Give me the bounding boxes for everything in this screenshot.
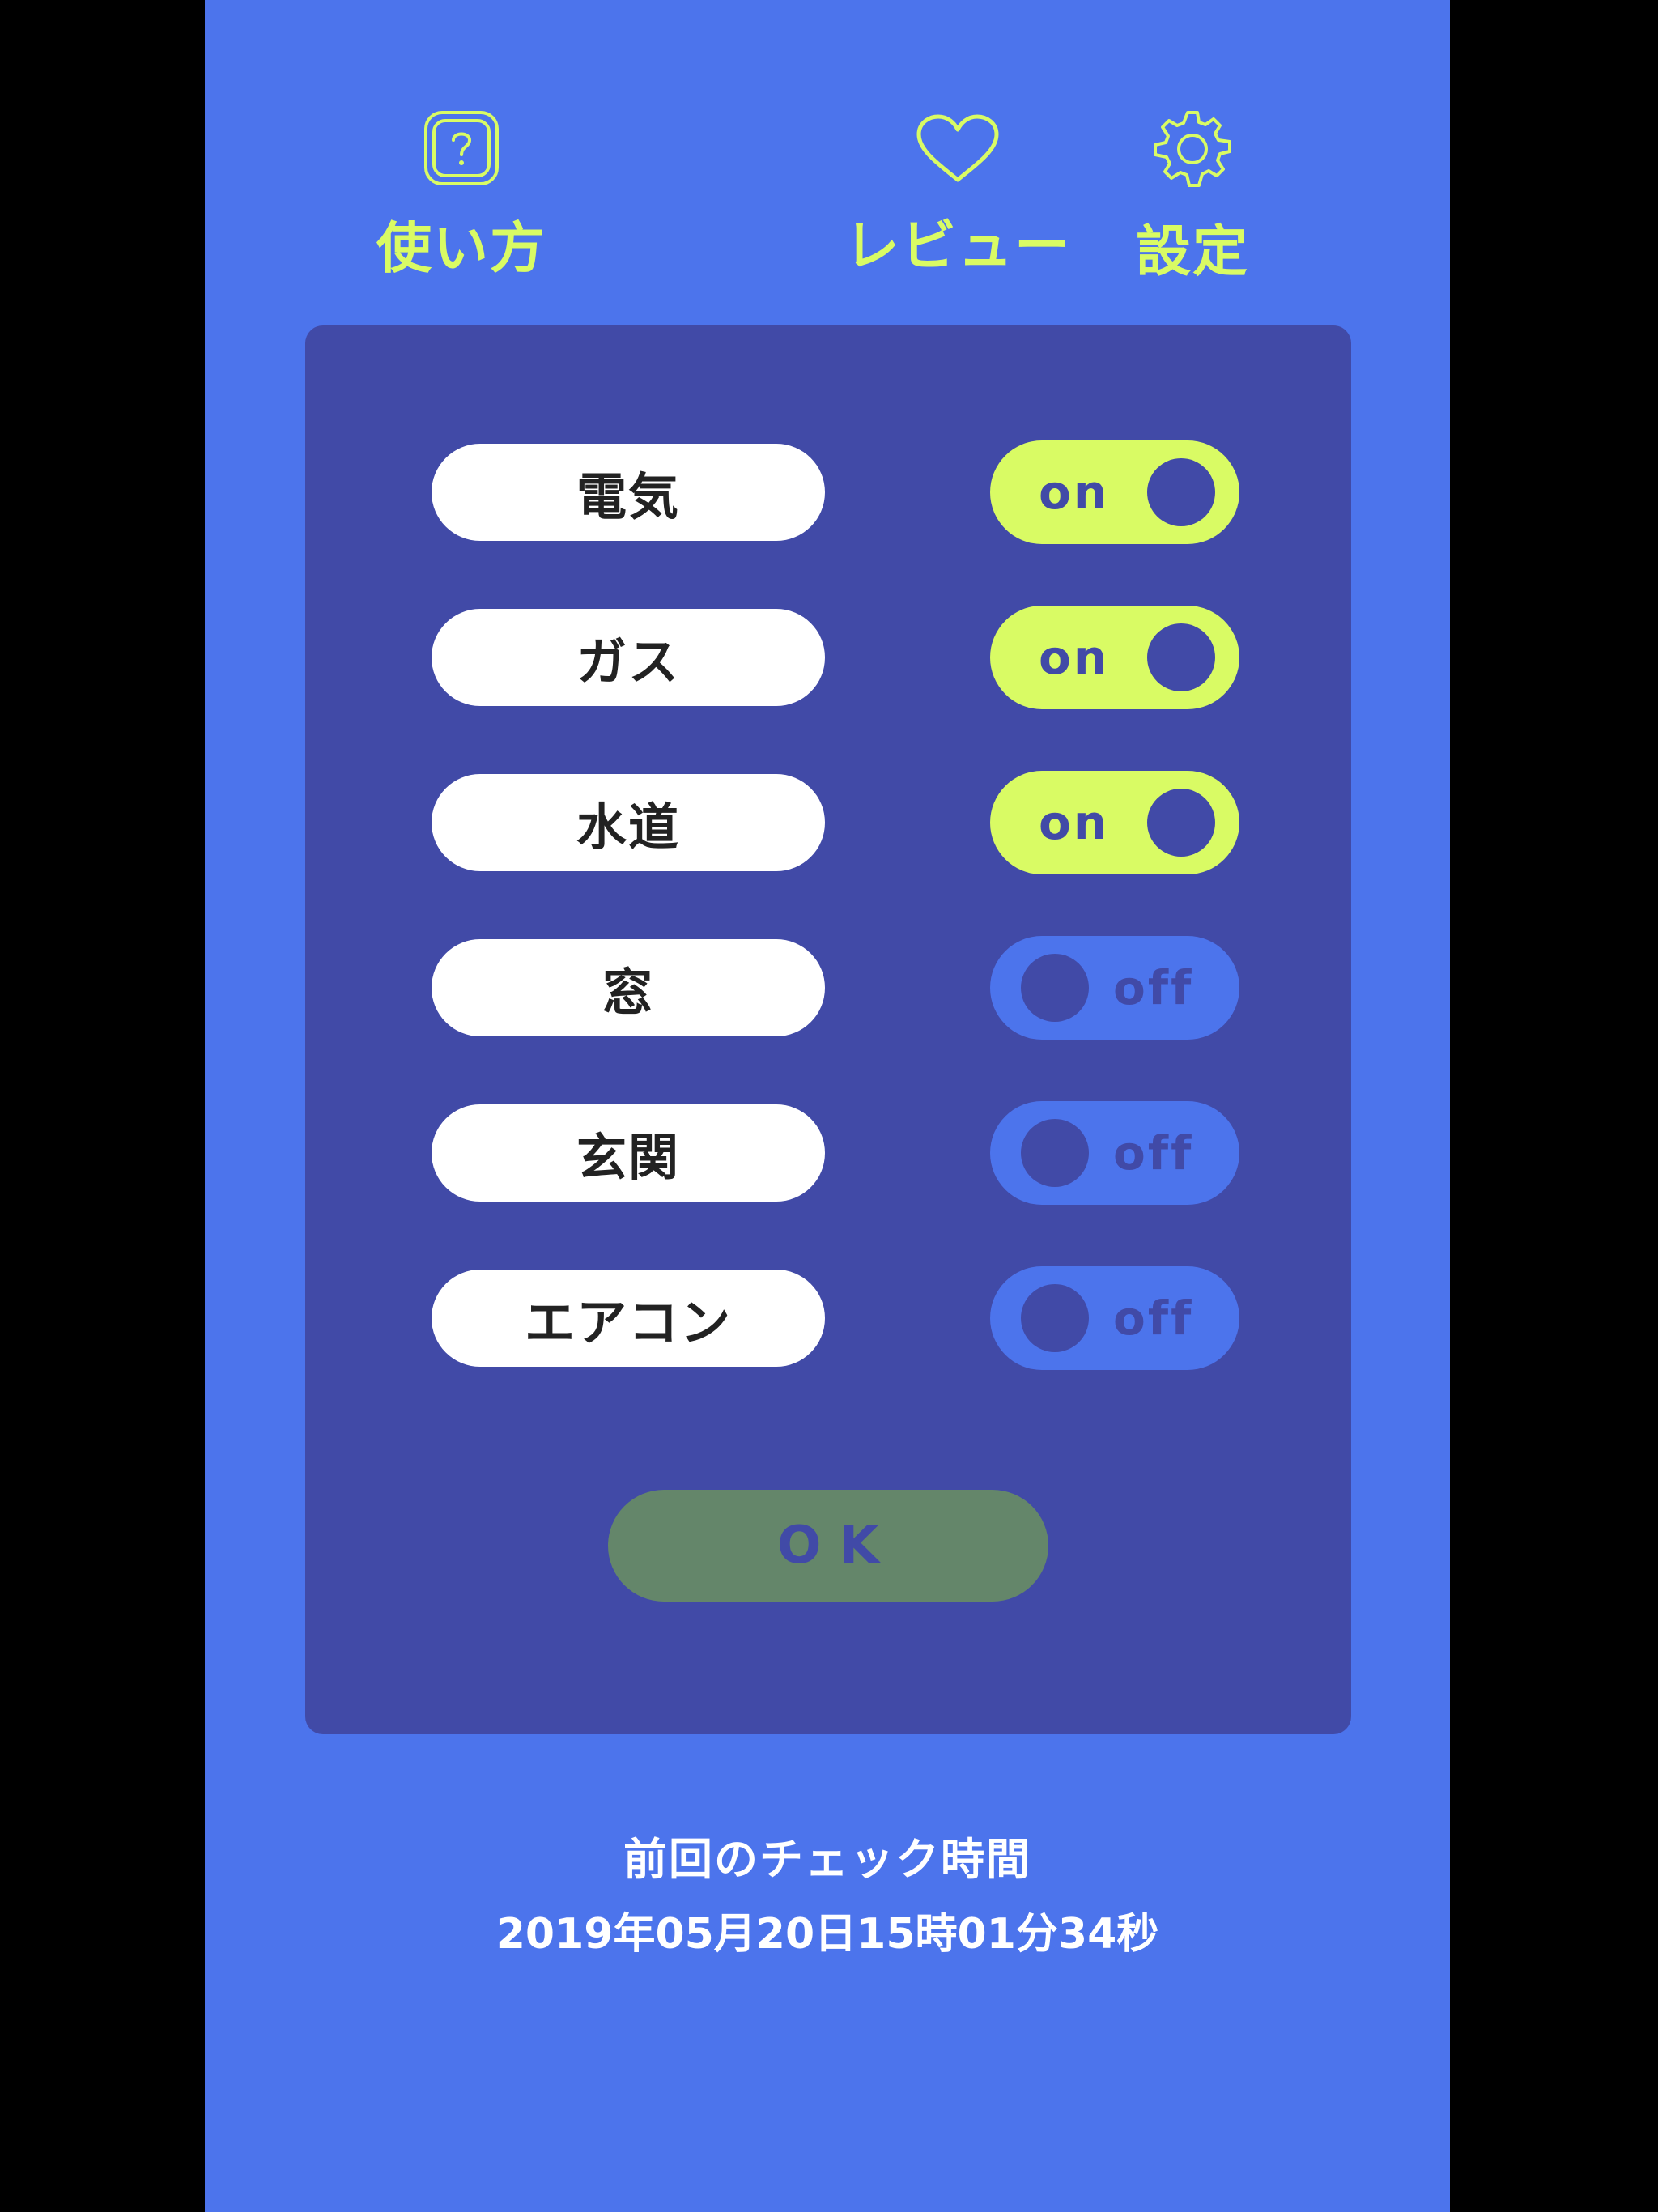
settings-label: 設定 bbox=[1136, 220, 1250, 284]
toggle-switch[interactable]: on bbox=[990, 771, 1239, 874]
heart-icon bbox=[916, 114, 999, 182]
review-button[interactable]: レビュー bbox=[844, 113, 1071, 281]
checklist-row: 玄関 off bbox=[432, 1101, 1241, 1205]
item-label: エアコン bbox=[432, 1270, 825, 1367]
question-icon bbox=[424, 111, 499, 185]
toggle-knob bbox=[1147, 458, 1215, 526]
toggle-knob bbox=[1021, 1119, 1089, 1187]
item-label: 電気 bbox=[432, 444, 825, 541]
review-label: レビュー bbox=[844, 215, 1072, 279]
item-label: 水道 bbox=[432, 774, 825, 871]
gear-icon bbox=[1154, 111, 1231, 187]
settings-button[interactable]: 設定 bbox=[1136, 109, 1249, 287]
checklist-row: ガス on bbox=[432, 606, 1241, 709]
toggle-state: on bbox=[1039, 795, 1110, 850]
last-check-title: 前回のチェック時間 bbox=[623, 1834, 1031, 1885]
checklist-row: 電気 on bbox=[432, 440, 1241, 544]
ok-button[interactable]: OK bbox=[608, 1490, 1048, 1602]
item-label: 玄関 bbox=[432, 1104, 825, 1202]
toggle-state: on bbox=[1039, 630, 1110, 685]
checklist-row: エアコン off bbox=[432, 1266, 1241, 1370]
toggle-state: off bbox=[1113, 1291, 1194, 1346]
checklist-row: 窓 off bbox=[432, 936, 1241, 1040]
toggle-knob bbox=[1147, 623, 1215, 691]
howto-label: 使い方 bbox=[376, 217, 547, 281]
toggle-switch[interactable]: on bbox=[990, 440, 1239, 544]
checklist-panel: 電気 on ガス on 水道 on 窓 off 玄関 off エアコン off … bbox=[305, 325, 1351, 1734]
toggle-knob bbox=[1147, 789, 1215, 857]
toggle-knob bbox=[1021, 1284, 1089, 1352]
last-check-timestamp: 2019年05月20日15時01分34秒 bbox=[495, 1910, 1159, 1959]
toggle-knob bbox=[1021, 954, 1089, 1022]
howto-button[interactable]: 使い方 bbox=[376, 109, 546, 283]
toggle-switch[interactable]: off bbox=[990, 1266, 1239, 1370]
checklist-row: 水道 on bbox=[432, 771, 1241, 874]
toggle-switch[interactable]: on bbox=[990, 606, 1239, 709]
item-label: 窓 bbox=[432, 939, 825, 1036]
app-screen: 使い方 レビュー 設定 電気 on ガス on 水道 on 窓 off 玄関 o… bbox=[205, 0, 1450, 2212]
toggle-state: on bbox=[1039, 465, 1110, 520]
toggle-switch[interactable]: off bbox=[990, 936, 1239, 1040]
toggle-state: off bbox=[1113, 1125, 1194, 1180]
toggle-switch[interactable]: off bbox=[990, 1101, 1239, 1205]
toggle-state: off bbox=[1113, 960, 1194, 1015]
item-label: ガス bbox=[432, 609, 825, 706]
